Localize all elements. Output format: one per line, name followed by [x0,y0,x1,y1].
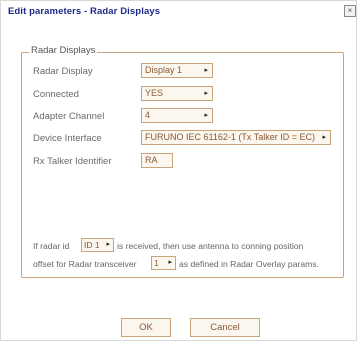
caret-right-icon: ▸ [106,241,110,248]
adapter-channel-value: 4 [145,110,151,120]
device-interface-value: FURUNO IEC 61162-1 (Tx Talker ID = EC) [145,132,315,142]
connected-label: Connected [33,89,79,100]
radar-id-text-suffix: is received, then use antenna to conning… [117,241,304,251]
title-bar: Edit parameters - Radar Displays × [1,1,357,23]
caret-right-icon: ▸ [204,90,208,97]
radar-display-label: Radar Display [33,66,93,77]
caret-right-icon: ▸ [168,259,172,266]
transceiver-text-suffix: as defined in Radar Overlay params. [179,259,319,269]
adapter-channel-label: Adapter Channel [33,111,105,122]
group-legend: Radar Displays [29,45,98,56]
transceiver-text-prefix: offset for Radar transceiver [33,259,137,269]
radar-display-value: Display 1 [145,65,183,75]
rx-talker-identifier-input[interactable]: RA [141,153,173,168]
radar-id-value: ID 1 [84,240,100,250]
adapter-channel-dropdown[interactable]: 4 ▸ [141,108,213,123]
connected-value: YES [145,88,164,98]
edit-parameters-dialog: Edit parameters - Radar Displays × Radar… [0,0,357,341]
rx-talker-identifier-value: RA [145,155,158,165]
cancel-button[interactable]: Cancel [190,318,260,337]
window-title: Edit parameters - Radar Displays [8,6,161,17]
device-interface-dropdown[interactable]: FURUNO IEC 61162-1 (Tx Talker ID = EC) ▸ [141,130,331,145]
radar-id-dropdown[interactable]: ID 1 ▸ [81,238,114,252]
radar-display-dropdown[interactable]: Display 1 ▸ [141,63,213,78]
caret-right-icon: ▸ [204,67,208,74]
caret-right-icon: ▸ [322,134,326,141]
ok-button[interactable]: OK [121,318,171,337]
connected-dropdown[interactable]: YES ▸ [141,86,213,101]
transceiver-dropdown[interactable]: 1 ▸ [151,256,176,270]
close-icon[interactable]: × [344,5,356,17]
transceiver-value: 1 [154,258,159,268]
device-interface-label: Device Interface [33,133,102,144]
radar-id-text-prefix: If radar id [33,241,70,251]
rx-talker-identifier-label: Rx Talker Identifier [33,156,112,167]
caret-right-icon: ▸ [204,112,208,119]
